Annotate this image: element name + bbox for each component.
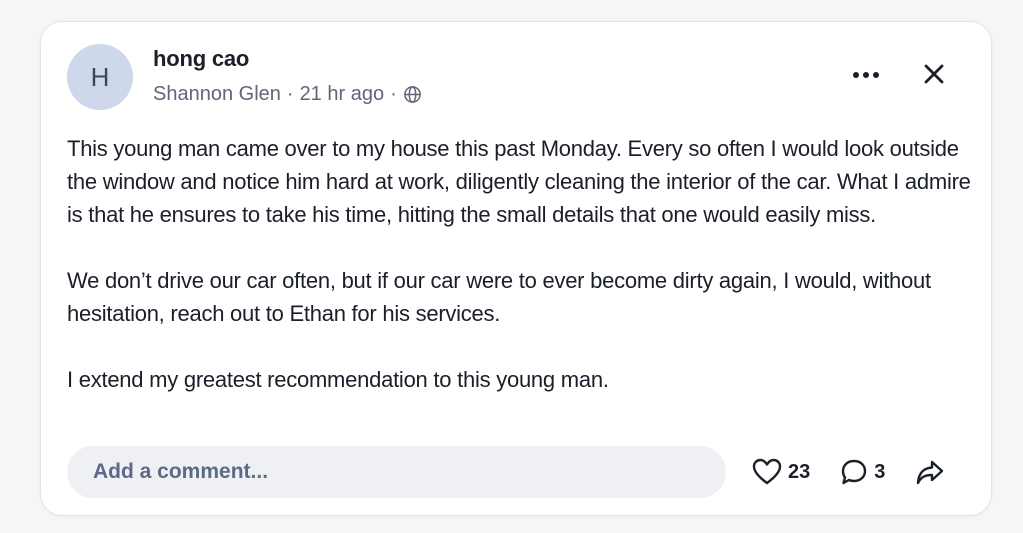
post-paragraph: We don’t drive our car often, but if our… bbox=[67, 268, 931, 326]
post-paragraph: I extend my greatest recommendation to t… bbox=[67, 367, 609, 392]
like-button[interactable]: 23 bbox=[752, 458, 810, 486]
share-button[interactable] bbox=[915, 458, 945, 486]
more-horizontal-icon bbox=[851, 66, 881, 84]
comment-bubble-icon bbox=[840, 458, 868, 486]
location-label[interactable]: Shannon Glen bbox=[153, 83, 281, 106]
like-count: 23 bbox=[788, 460, 811, 483]
author-name[interactable]: hong cao bbox=[153, 46, 249, 72]
share-arrow-icon bbox=[915, 458, 945, 486]
post-actions: 23 3 bbox=[752, 454, 945, 490]
heart-icon bbox=[752, 458, 782, 486]
close-icon bbox=[923, 63, 945, 90]
more-options-button[interactable] bbox=[845, 60, 887, 90]
time-ago: 21 hr ago bbox=[299, 83, 385, 105]
avatar-initial: H bbox=[90, 61, 110, 92]
avatar[interactable]: H bbox=[67, 44, 133, 110]
post-meta: Shannon Glen · 21 hr ago · bbox=[153, 83, 422, 106]
post-card: H hong cao Shannon Glen · 21 hr ago · Th… bbox=[40, 21, 992, 516]
meta-separator: · bbox=[390, 83, 397, 105]
globe-icon bbox=[403, 85, 422, 104]
comment-count: 3 bbox=[874, 460, 886, 483]
meta-separator: · bbox=[286, 83, 294, 105]
close-button[interactable] bbox=[913, 58, 955, 94]
post-paragraph: This young man came over to my house thi… bbox=[67, 136, 971, 227]
comment-input[interactable] bbox=[67, 446, 726, 498]
comment-button[interactable]: 3 bbox=[840, 458, 885, 486]
post-body: This young man came over to my house thi… bbox=[67, 132, 972, 396]
